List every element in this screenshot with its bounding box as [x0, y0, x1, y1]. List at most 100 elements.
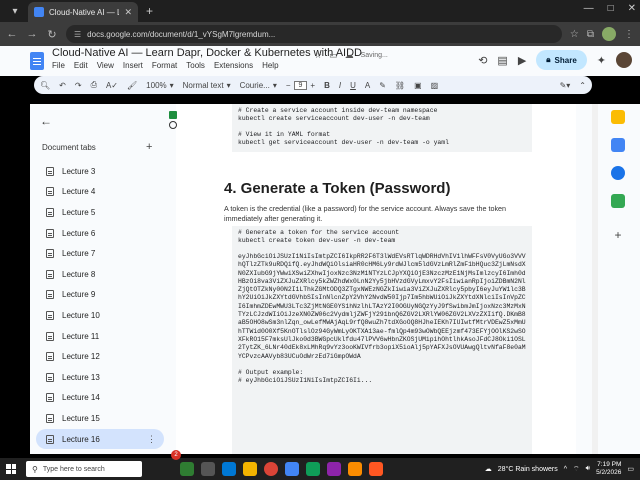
menu-extensions[interactable]: Extensions: [214, 61, 253, 70]
underline-icon[interactable]: U: [350, 81, 356, 90]
docs-logo-icon[interactable]: [30, 52, 44, 70]
back-arrow-icon[interactable]: ←: [40, 114, 52, 128]
folder-icon[interactable]: [243, 462, 257, 476]
tab-search-icon[interactable]: ▾: [6, 2, 24, 20]
weather-text[interactable]: 28°C Rain showers: [498, 466, 558, 473]
style-select[interactable]: Normal text ▾: [183, 81, 231, 90]
check-icon[interactable]: [169, 111, 177, 119]
menu-tools[interactable]: Tools: [186, 61, 205, 70]
tab-lecture-10[interactable]: Lecture 10: [36, 305, 164, 326]
comment-icon[interactable]: ▣: [414, 81, 422, 90]
menu-insert[interactable]: Insert: [123, 61, 143, 70]
code-block-serviceaccount[interactable]: # Create a service account inside dev-te…: [232, 104, 532, 152]
tab-lecture-6[interactable]: Lecture 6: [36, 223, 164, 244]
collapse-toolbar-icon[interactable]: ⌃: [579, 81, 586, 90]
volume-icon[interactable]: 🔊︎: [586, 465, 590, 473]
search-menus-icon[interactable]: 🔍︎: [40, 81, 50, 90]
edge-icon[interactable]: [222, 462, 236, 476]
tab-lecture-14[interactable]: Lecture 14: [36, 388, 164, 409]
avatar[interactable]: [616, 52, 632, 68]
gemini-circle-icon[interactable]: [169, 121, 177, 129]
star-icon[interactable]: ☆: [314, 50, 322, 61]
taskbar-search-input[interactable]: ⚲ Type here to search: [26, 461, 142, 477]
weather-icon[interactable]: ☁: [485, 465, 492, 473]
more-options-icon[interactable]: ⋮: [147, 434, 156, 445]
notifications-icon[interactable]: ▭: [627, 465, 634, 473]
share-button[interactable]: 🔒︎ Share: [536, 50, 587, 70]
menu-format[interactable]: Format: [152, 61, 177, 70]
app-icon[interactable]: [369, 462, 383, 476]
reload-icon[interactable]: ↻: [46, 28, 58, 41]
maximize-icon[interactable]: □: [608, 3, 614, 14]
menu-edit[interactable]: Edit: [74, 61, 88, 70]
comments-icon[interactable]: ▤: [497, 54, 507, 67]
paint-format-icon[interactable]: 🖌︎: [127, 81, 137, 90]
forward-icon[interactable]: →: [26, 28, 38, 40]
move-icon[interactable]: ▭: [329, 50, 338, 61]
bookmark-icon[interactable]: ☆: [570, 29, 579, 40]
document-page[interactable]: # Create a service account inside dev-te…: [176, 104, 576, 454]
tab-lecture-3[interactable]: Lecture 3: [36, 161, 164, 182]
image-icon[interactable]: ▨: [431, 81, 439, 90]
app-icon[interactable]: [327, 462, 341, 476]
network-icon[interactable]: ⌔: [573, 465, 580, 474]
profile-avatar[interactable]: [602, 27, 616, 41]
increase-size-icon[interactable]: +: [310, 81, 315, 90]
link-icon[interactable]: ⛓: [395, 81, 405, 90]
zoom-select[interactable]: 100% ▾: [146, 81, 173, 90]
bold-icon[interactable]: B: [324, 81, 330, 90]
italic-icon[interactable]: I: [339, 81, 341, 90]
task-view-icon[interactable]: [180, 462, 194, 476]
back-icon[interactable]: ←: [6, 28, 18, 40]
tab-lecture-7[interactable]: Lecture 7: [36, 243, 164, 264]
close-icon[interactable]: ✕: [124, 7, 132, 18]
editing-mode-icon[interactable]: ✎▾: [560, 81, 571, 90]
spellcheck-icon[interactable]: A✓: [106, 81, 118, 90]
keep-icon[interactable]: [611, 110, 625, 124]
app-icon[interactable]: [348, 462, 362, 476]
meet-icon[interactable]: ▶: [518, 54, 526, 67]
site-info-icon[interactable]: ☰: [74, 30, 81, 39]
gemini-icon[interactable]: ✦: [597, 54, 606, 67]
tab-lecture-8[interactable]: Lecture 8: [36, 264, 164, 285]
contacts-icon[interactable]: [611, 166, 625, 180]
tab-lecture-5[interactable]: Lecture 5: [36, 202, 164, 223]
tray-chevron-icon[interactable]: ^: [564, 466, 567, 473]
tab-lecture-4[interactable]: Lecture 4: [36, 182, 164, 203]
tab-lecture-9[interactable]: Lecture 9: [36, 285, 164, 306]
undo-icon[interactable]: ↶: [59, 81, 66, 90]
font-select[interactable]: Courie... ▾: [240, 81, 277, 90]
tab-lecture-16[interactable]: Lecture 16 ⋮: [36, 428, 164, 450]
tasks-icon[interactable]: [611, 138, 625, 152]
add-tab-icon[interactable]: +: [146, 141, 152, 153]
redo-icon[interactable]: ↷: [75, 81, 82, 90]
window-close-icon[interactable]: ✕: [628, 3, 636, 14]
text-color-icon[interactable]: A: [365, 81, 370, 90]
print-icon[interactable]: ⎙: [91, 80, 97, 90]
tab-lecture-12[interactable]: Lecture 12: [36, 346, 164, 367]
new-tab-icon[interactable]: +: [146, 4, 153, 18]
tab-lecture-15[interactable]: Lecture 15: [36, 408, 164, 429]
minimize-icon[interactable]: —: [584, 3, 594, 14]
mail-icon[interactable]: [285, 462, 299, 476]
add-ons-icon[interactable]: +: [611, 228, 625, 242]
whatsapp-icon[interactable]: [306, 462, 320, 476]
clock[interactable]: 7:19 PM 5/2/2026: [596, 461, 621, 477]
file-explorer-icon[interactable]: [201, 462, 215, 476]
browser-tab[interactable]: Cloud-Native AI — Learn Dapr ✕: [28, 2, 138, 22]
tab-lecture-13[interactable]: Lecture 13: [36, 367, 164, 388]
font-size-stepper[interactable]: −9 +: [286, 80, 315, 90]
maps-icon[interactable]: [611, 194, 625, 208]
tab-lecture-11[interactable]: Lecture 11: [36, 326, 164, 347]
browser-menu-icon[interactable]: ⋮: [624, 29, 634, 40]
history-icon[interactable]: ⟲: [478, 54, 487, 67]
chrome-icon[interactable]: [264, 462, 278, 476]
decrease-size-icon[interactable]: −: [286, 81, 291, 90]
extensions-icon[interactable]: ⧉: [587, 29, 594, 40]
highlight-icon[interactable]: ✎: [379, 81, 386, 90]
start-button[interactable]: [0, 458, 22, 480]
menu-view[interactable]: View: [97, 61, 114, 70]
font-size-value[interactable]: 9: [293, 80, 308, 90]
url-input[interactable]: ☰ docs.google.com/document/d/1_vYSgM7lgr…: [66, 25, 562, 43]
menu-help[interactable]: Help: [262, 61, 278, 70]
